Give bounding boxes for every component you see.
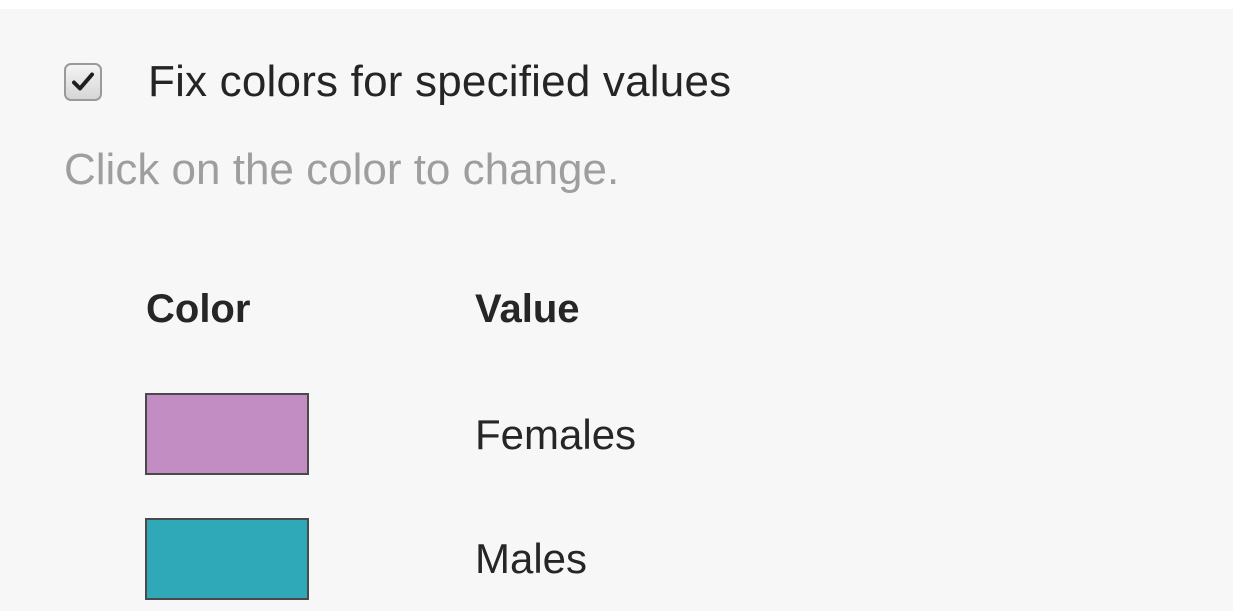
checkmark-icon — [72, 72, 94, 91]
hint-text: Click on the color to change. — [64, 145, 620, 194]
fix-colors-option[interactable]: Fix colors for specified values — [64, 54, 731, 110]
value-label-males: Males — [475, 535, 588, 582]
fix-colors-label[interactable]: Fix colors for specified values — [148, 54, 731, 110]
color-swatch-females[interactable] — [145, 393, 309, 475]
value-column-header: Value — [475, 287, 580, 331]
color-column-header: Color — [146, 287, 251, 331]
color-swatch-males[interactable] — [145, 518, 309, 600]
value-label-females: Females — [475, 411, 637, 458]
fix-colors-checkbox[interactable] — [64, 63, 102, 101]
color-settings-panel: Fix colors for specified values Click on… — [0, 9, 1233, 611]
